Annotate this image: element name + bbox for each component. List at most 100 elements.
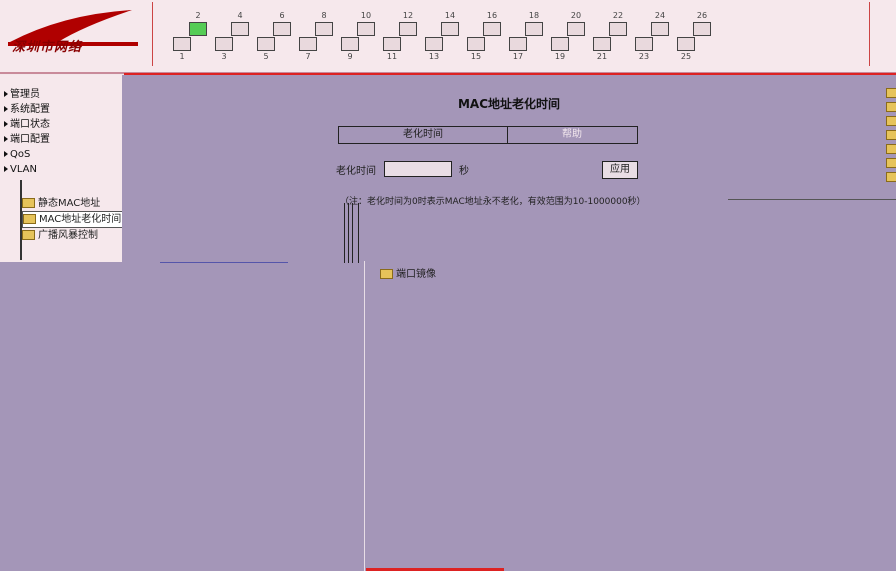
port-led-icon [567, 22, 585, 36]
sidebar-item-port-config[interactable]: 端口配置 [0, 132, 122, 147]
port-number: 20 [570, 11, 582, 20]
port-15[interactable]: 15 [461, 36, 491, 61]
expand-arrow-icon [4, 91, 8, 97]
port-number: 8 [321, 11, 327, 20]
port-led-icon [299, 37, 317, 51]
folder-icon[interactable] [886, 88, 896, 98]
port-18[interactable]: 18 [519, 8, 549, 36]
port-led-icon [677, 37, 695, 51]
port-4[interactable]: 4 [225, 8, 255, 36]
port-17[interactable]: 17 [503, 36, 533, 61]
sidebar-item-qos[interactable]: QoS [0, 147, 122, 162]
vertical-divider [364, 261, 365, 571]
folder-icon[interactable] [886, 144, 896, 154]
port-3[interactable]: 3 [209, 36, 239, 61]
port-number: 17 [512, 52, 524, 61]
sidebar-item-port-status[interactable]: 端口状态 [0, 117, 122, 132]
port-led-icon [651, 22, 669, 36]
logo-text: 深圳市网络 [12, 40, 83, 55]
port-led-icon [173, 37, 191, 51]
tab-help[interactable]: 帮助 [507, 127, 637, 143]
port-10[interactable]: 10 [351, 8, 381, 36]
port-1[interactable]: 1 [167, 36, 197, 61]
aging-time-input[interactable] [383, 161, 452, 177]
folder-icon [23, 214, 36, 224]
folder-icon[interactable] [886, 116, 896, 126]
expand-arrow-icon [4, 136, 8, 142]
port-19[interactable]: 19 [545, 36, 575, 61]
divider-line [160, 262, 288, 263]
port-number: 1 [179, 52, 185, 61]
port-led-icon [467, 37, 485, 51]
sidebar-subitem-port-mirror[interactable]: 端口镜像 [380, 265, 436, 280]
port-number: 6 [279, 11, 285, 20]
port-20[interactable]: 20 [561, 8, 591, 36]
port-8[interactable]: 8 [309, 8, 339, 36]
folder-icon[interactable] [886, 102, 896, 112]
port-12[interactable]: 12 [393, 8, 423, 36]
port-14[interactable]: 14 [435, 8, 465, 36]
port-5[interactable]: 5 [251, 36, 281, 61]
port-number: 14 [444, 11, 456, 20]
port-7[interactable]: 7 [293, 36, 323, 61]
sidebar-item-admin[interactable]: 管理员 [0, 87, 122, 102]
port-led-icon [189, 22, 207, 36]
port-23[interactable]: 23 [629, 36, 659, 61]
aging-time-label: 老化时间 [336, 165, 376, 177]
sidebar-item-label: 端口状态 [10, 119, 50, 130]
sidebar-item-system-config[interactable]: 系统配置 [0, 102, 122, 117]
subitem-label: 静态MAC地址 [38, 198, 101, 209]
top-banner: 深圳市网络 2 4 6 8 10 12 14 16 18 20 22 24 26 1 3 5 7 9 11 13 15 1… [0, 0, 896, 74]
port-led-icon [231, 22, 249, 36]
port-number: 9 [347, 52, 353, 61]
company-logo: 深圳市网络 [4, 4, 144, 64]
port-9[interactable]: 9 [335, 36, 365, 61]
port-number: 13 [428, 52, 440, 61]
port-13[interactable]: 13 [419, 36, 449, 61]
port-number: 5 [263, 52, 269, 61]
folder-icon [22, 198, 35, 208]
sidebar-item-label: VLAN [10, 164, 37, 175]
expand-arrow-icon [4, 106, 8, 112]
port-number: 2 [195, 11, 201, 20]
port-led-icon [425, 37, 443, 51]
folder-icon[interactable] [886, 130, 896, 140]
subitem-label: 端口镜像 [396, 269, 436, 280]
port-number: 24 [654, 11, 666, 20]
port-11[interactable]: 11 [377, 36, 407, 61]
sidebar-item-label: 系统配置 [10, 104, 50, 115]
port-led-icon [399, 22, 417, 36]
port-led-icon [593, 37, 611, 51]
right-toolbar [886, 88, 896, 182]
port-led-icon [635, 37, 653, 51]
port-24[interactable]: 24 [645, 8, 675, 36]
expand-arrow-icon [4, 151, 8, 157]
apply-button[interactable]: 应用 [602, 161, 638, 179]
port-number: 26 [696, 11, 708, 20]
sidebar-item-vlan[interactable]: VLAN [0, 162, 122, 177]
port-22[interactable]: 22 [603, 8, 633, 36]
port-number: 19 [554, 52, 566, 61]
port-26[interactable]: 26 [687, 8, 717, 36]
port-led-icon [257, 37, 275, 51]
port-led-icon [357, 22, 375, 36]
port-number: 22 [612, 11, 624, 20]
tree-bar [352, 203, 353, 263]
port-6[interactable]: 6 [267, 8, 297, 36]
port-16[interactable]: 16 [477, 8, 507, 36]
folder-icon[interactable] [886, 158, 896, 168]
port-21[interactable]: 21 [587, 36, 617, 61]
expand-arrow-icon [4, 121, 8, 127]
port-led-icon [273, 22, 291, 36]
port-2[interactable]: 2 [183, 8, 213, 36]
unit-label: 秒 [459, 165, 469, 177]
port-number: 11 [386, 52, 398, 61]
port-25[interactable]: 25 [671, 36, 701, 61]
tab-aging-time[interactable]: 老化时间 [339, 127, 508, 143]
port-led-icon [509, 37, 527, 51]
subitem-label: 广播风暴控制 [38, 230, 98, 241]
port-led-icon [383, 37, 401, 51]
folder-icon[interactable] [886, 172, 896, 182]
aging-note: （注：老化时间为0时表示MAC地址永不老化，有效范围为10-1000000秒） [340, 197, 646, 207]
subitem-label: MAC地址老化时间 [39, 214, 122, 225]
